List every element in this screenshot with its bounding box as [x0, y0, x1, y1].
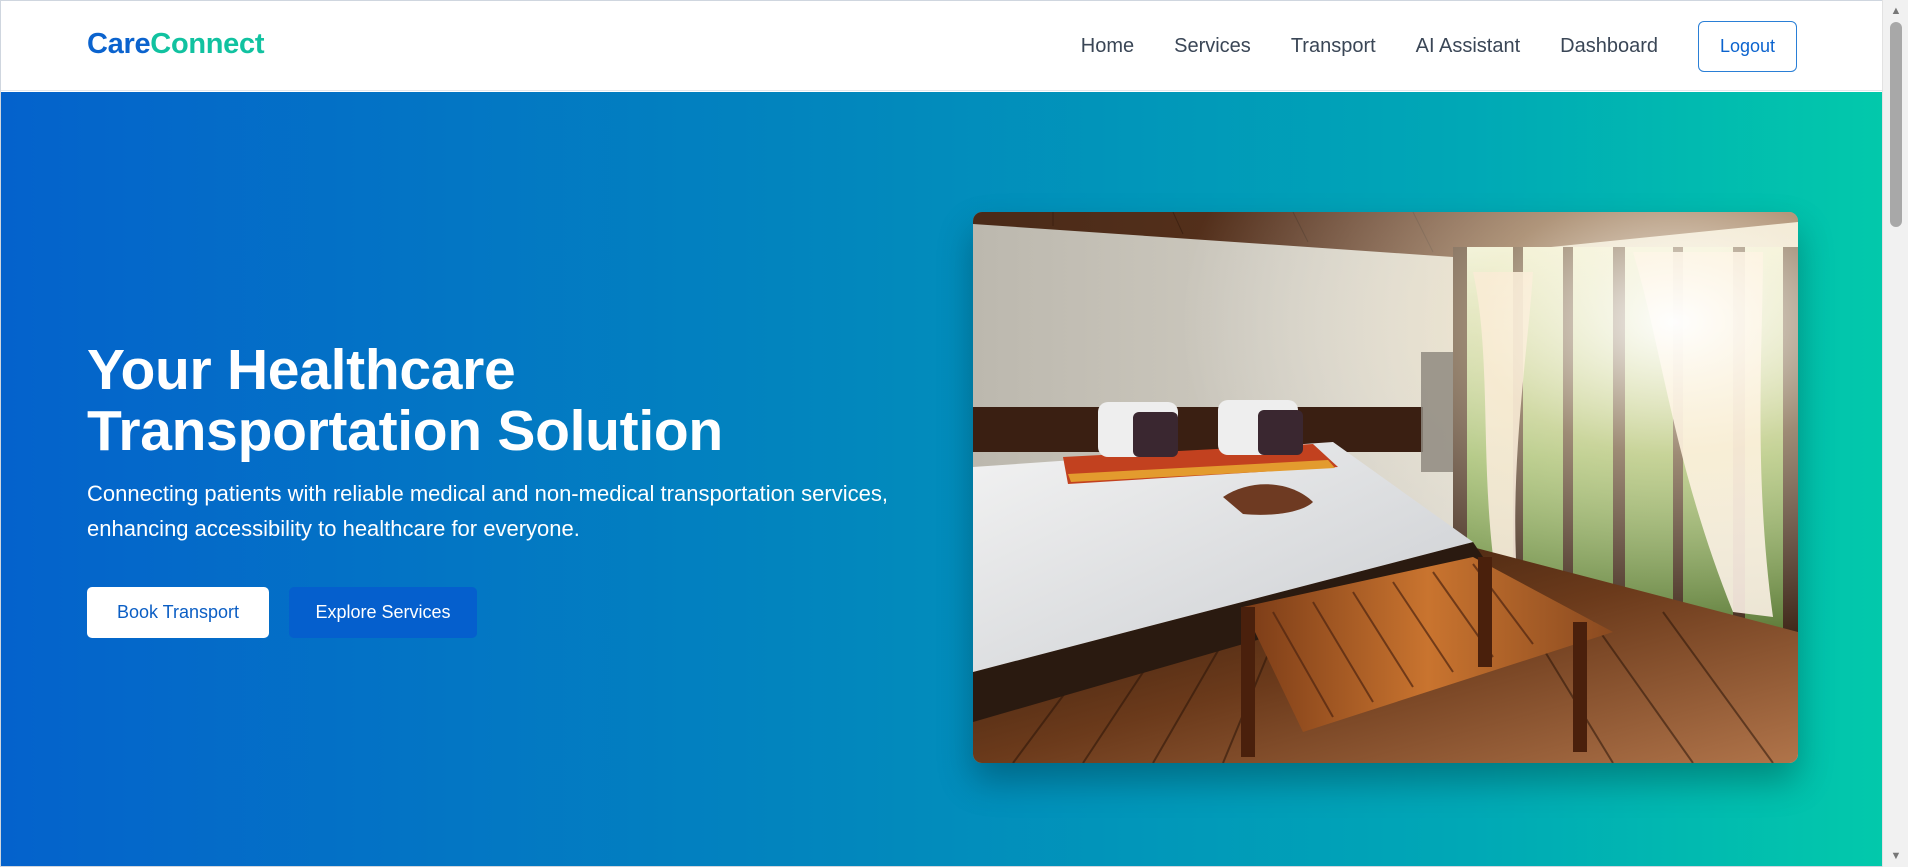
triangle-up-icon[interactable]: ▲ — [1883, 0, 1908, 22]
brand-logo-part-2: Connect — [150, 28, 265, 60]
brand-logo-part-1: Care — [87, 28, 151, 60]
logout-button[interactable]: Logout — [1698, 21, 1797, 72]
hero-bedroom-image — [973, 212, 1798, 763]
hero-section: Your Healthcare Transportation Solution … — [1, 92, 1882, 866]
triangle-down-icon[interactable]: ▼ — [1883, 845, 1908, 867]
nav-link-services[interactable]: Services — [1174, 35, 1251, 58]
hero-title-line-2: Transportation Solution — [87, 399, 723, 463]
main-nav: Home Services Transport AI Assistant Das… — [1081, 21, 1797, 72]
nav-link-home[interactable]: Home — [1081, 35, 1134, 58]
nav-link-dashboard[interactable]: Dashboard — [1560, 35, 1658, 58]
hero-title: Your Healthcare Transportation Solution — [87, 340, 987, 462]
page-scrollbar[interactable]: ▲ ▼ — [1882, 0, 1908, 867]
book-transport-button[interactable]: Book Transport — [87, 587, 269, 638]
hero-subtitle: Connecting patients with reliable medica… — [87, 476, 967, 546]
hero-subtitle-line-2: enhancing accessibility to healthcare fo… — [87, 516, 580, 541]
nav-link-transport[interactable]: Transport — [1291, 35, 1376, 58]
scrollbar-thumb[interactable] — [1890, 22, 1902, 227]
browser-viewport: CareConnect Home Services Transport AI A… — [0, 0, 1882, 867]
brand-logo[interactable]: CareConnect — [87, 28, 265, 61]
site-header: CareConnect Home Services Transport AI A… — [1, 1, 1882, 91]
explore-services-button[interactable]: Explore Services — [289, 587, 477, 638]
hero-subtitle-line-1: Connecting patients with reliable medica… — [87, 481, 888, 506]
nav-link-ai-assistant[interactable]: AI Assistant — [1416, 35, 1521, 58]
hero-title-line-1: Your Healthcare — [87, 338, 516, 402]
hero-cta-group: Book Transport Explore Services — [87, 587, 477, 638]
